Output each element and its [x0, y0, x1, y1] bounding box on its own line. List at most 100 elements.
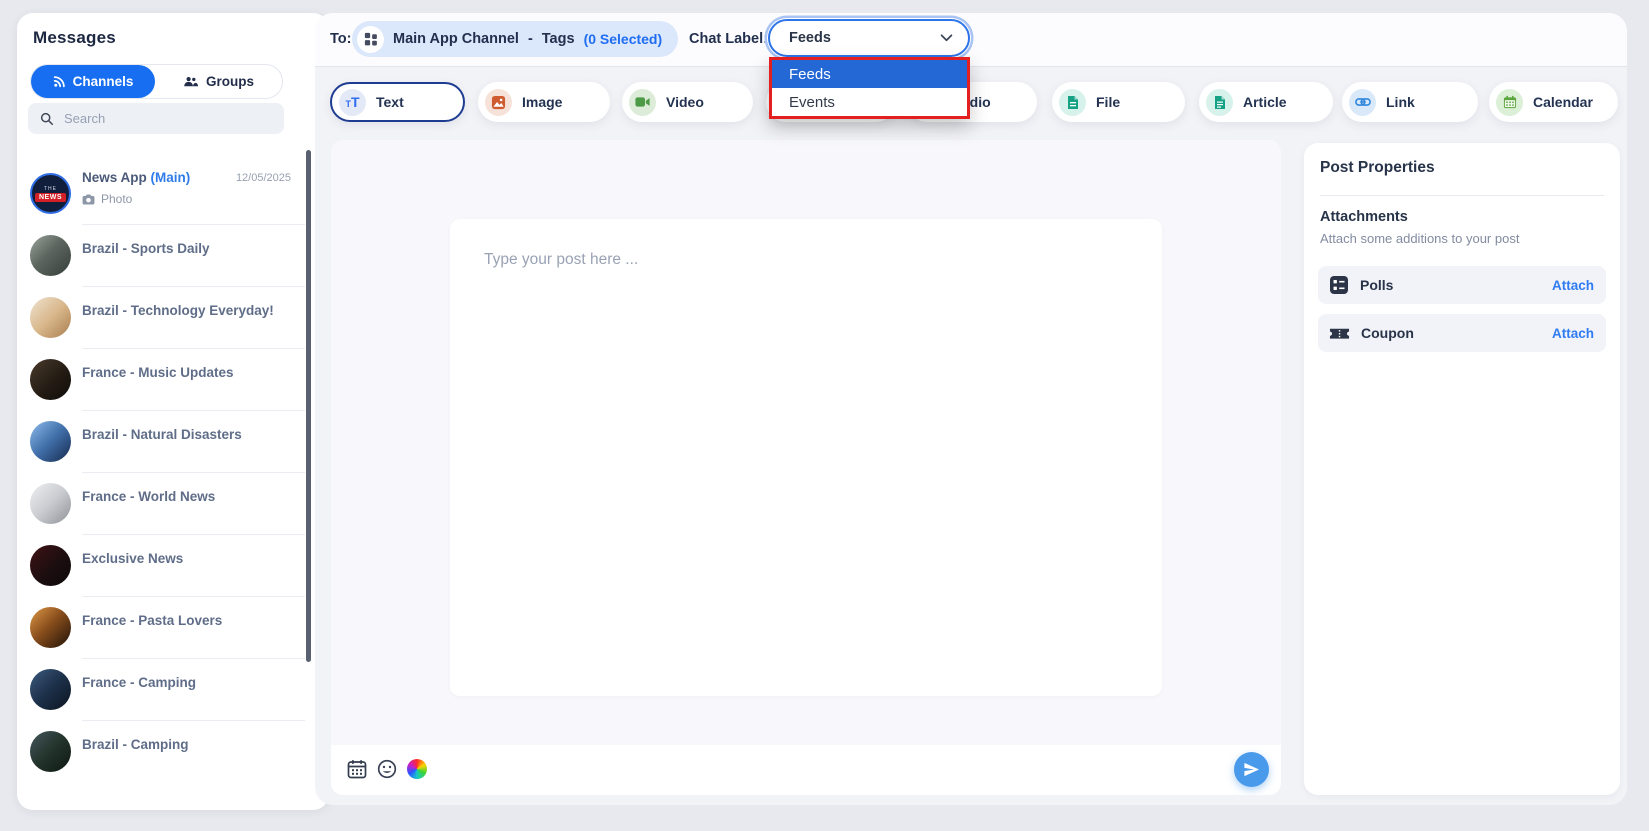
tab-channels[interactable]: Channels — [31, 65, 155, 98]
chat-label-select[interactable]: Feeds — [768, 19, 970, 57]
color-wheel-icon[interactable] — [407, 759, 428, 780]
to-label: To: — [330, 31, 352, 47]
tab-file[interactable]: File — [1052, 82, 1185, 122]
coupon-icon — [1329, 328, 1350, 339]
tab-calendar[interactable]: Calendar — [1489, 82, 1618, 122]
avatar: THE NEWS — [30, 173, 71, 214]
emoji-icon[interactable] — [377, 759, 398, 780]
main-panel: To: Main App Channel - Tags (0 Selected)… — [315, 13, 1627, 805]
tab-video[interactable]: Video — [622, 82, 753, 122]
tab-article[interactable]: Article — [1199, 82, 1333, 122]
tags-label: Tags — [541, 31, 575, 47]
tab-image[interactable]: Image — [478, 82, 610, 122]
channel-name: France - Music Updates — [82, 365, 234, 380]
link-icon — [1349, 88, 1376, 116]
list-item-news-app[interactable]: THE NEWS News App (Main) 12/05/2025 Phot… — [17, 163, 317, 225]
main-badge: (Main) — [150, 170, 191, 185]
attachments-title: Attachments — [1320, 209, 1408, 225]
divider — [1320, 195, 1604, 196]
composer-toolbar — [331, 745, 1281, 795]
channel-date: 12/05/2025 — [235, 172, 291, 184]
avatar — [30, 669, 71, 710]
sidebar-scrollbar[interactable] — [306, 150, 311, 662]
avatar-text: NEWS — [35, 192, 66, 202]
tags-count: (0 Selected) — [583, 31, 663, 47]
avatar — [30, 483, 71, 524]
calendar-icon — [1496, 88, 1523, 116]
avatar — [30, 297, 71, 338]
list-item[interactable]: Brazil - Camping — [17, 721, 317, 783]
avatar — [30, 421, 71, 462]
list-item[interactable]: Brazil - Natural Disasters — [17, 411, 317, 473]
list-item[interactable]: France - Pasta Lovers — [17, 597, 317, 659]
channel-name: Brazil - Natural Disasters — [82, 427, 242, 442]
tab-groups[interactable]: Groups — [155, 65, 282, 98]
list-item[interactable]: France - Camping — [17, 659, 317, 721]
people-icon — [184, 77, 199, 87]
channel-name: France - World News — [82, 489, 216, 504]
tab-groups-label: Groups — [205, 74, 254, 89]
attach-polls-button[interactable]: Attach — [1552, 278, 1594, 293]
channel-name: Exclusive News — [82, 551, 184, 566]
search-input[interactable]: Search — [28, 103, 284, 134]
attachment-label: Coupon — [1361, 325, 1414, 341]
channel-name: France - Camping — [82, 675, 197, 690]
list-item[interactable]: Exclusive News — [17, 535, 317, 597]
grid-icon-wrap — [357, 25, 384, 53]
channel-name: Brazil - Sports Daily — [82, 241, 210, 256]
tab-text[interactable]: TT Text — [330, 82, 465, 122]
dropdown-option-feeds[interactable]: Feeds — [772, 60, 967, 88]
app-window: Messages Channels Groups Search THE NEWS… — [0, 0, 1649, 831]
grid-icon — [364, 32, 377, 46]
tab-link[interactable]: Link — [1342, 82, 1478, 122]
separator: - — [527, 31, 533, 47]
last-message: Photo — [82, 192, 132, 206]
tab-label: Link — [1386, 94, 1415, 110]
attachment-row-polls: Polls Attach — [1318, 266, 1606, 304]
tab-label: Article — [1243, 94, 1287, 110]
rss-icon — [53, 76, 65, 88]
attachment-row-coupon: Coupon Attach — [1318, 314, 1606, 352]
search-placeholder: Search — [64, 111, 106, 126]
channel-name: Brazil - Technology Everyday! — [82, 303, 274, 318]
tab-label: Calendar — [1533, 94, 1593, 110]
attach-coupon-button[interactable]: Attach — [1552, 326, 1594, 341]
text-icon: TT — [339, 88, 366, 116]
attachments-subtitle: Attach some additions to your post — [1320, 231, 1520, 246]
image-icon — [485, 88, 512, 116]
post-properties-panel: Post Properties Attachments Attach some … — [1304, 143, 1620, 795]
tab-label: Video — [666, 94, 704, 110]
dropdown-option-events[interactable]: Events — [772, 88, 967, 116]
chat-label-label: Chat Label: — [689, 31, 768, 47]
file-icon — [1059, 88, 1086, 116]
panel-title: Post Properties — [1320, 159, 1435, 176]
composer-area: Type your post here ... — [331, 140, 1281, 795]
sidebar-title: Messages — [33, 28, 116, 47]
schedule-calendar-icon[interactable] — [347, 759, 368, 780]
list-item[interactable]: Brazil - Technology Everyday! — [17, 287, 317, 349]
avatar — [30, 607, 71, 648]
channel-name: Brazil - Camping — [82, 737, 189, 752]
search-icon — [40, 112, 53, 125]
attachment-label: Polls — [1360, 277, 1394, 293]
recipient-pill[interactable]: Main App Channel - Tags (0 Selected) — [352, 21, 679, 57]
composer-header: To: Main App Channel - Tags (0 Selected)… — [315, 13, 1627, 67]
avatar — [30, 731, 71, 772]
sidebar: Messages Channels Groups Search THE NEWS… — [17, 13, 329, 810]
list-item[interactable]: France - World News — [17, 473, 317, 535]
tab-channels-label: Channels — [72, 74, 134, 89]
channel-name: France - Pasta Lovers — [82, 613, 223, 628]
send-icon — [1244, 762, 1259, 777]
send-button[interactable] — [1234, 752, 1269, 787]
post-text-input[interactable]: Type your post here ... — [450, 219, 1162, 696]
channels-groups-toggle: Channels Groups — [30, 64, 283, 99]
poll-icon — [1330, 276, 1348, 294]
camera-icon — [82, 193, 95, 205]
tab-label: Image — [522, 94, 563, 110]
list-item[interactable]: Brazil - Sports Daily — [17, 225, 317, 287]
article-icon — [1206, 88, 1233, 116]
list-item[interactable]: France - Music Updates — [17, 349, 317, 411]
recipient-name: Main App Channel — [393, 31, 519, 47]
channel-name: News App (Main) — [82, 170, 191, 185]
avatar — [30, 235, 71, 276]
